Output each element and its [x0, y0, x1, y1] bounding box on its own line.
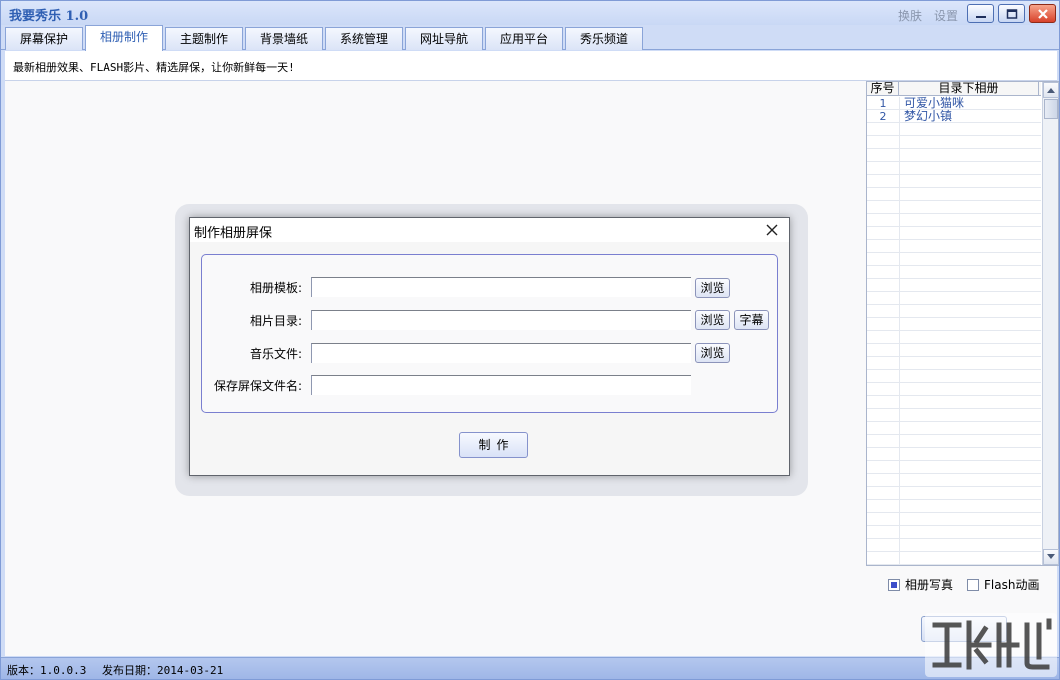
tab-channel[interactable]: 秀乐频道 — [565, 27, 643, 50]
tab-web-nav[interactable]: 网址导航 — [405, 27, 483, 50]
dialog-form-group: 相册模板: 浏览 相片目录: 浏览 字幕 音乐文件: 浏览 保存屏保文件名: — [201, 254, 778, 413]
scroll-up-button[interactable] — [1043, 82, 1059, 98]
dialog-title-bar: 制作相册屏保 — [190, 218, 789, 242]
scroll-thumb[interactable] — [1044, 99, 1058, 119]
tab-app-platform[interactable]: 应用平台 — [485, 27, 563, 50]
status-bar: 版本：1.0.0.3 发布日期：2014-03-21 — [1, 657, 1059, 679]
close-button[interactable] — [1029, 4, 1056, 23]
subtitle-button[interactable]: 字幕 — [734, 310, 769, 330]
photo-album-option[interactable]: 相册写真 — [888, 576, 953, 593]
save-name-label: 保存屏保文件名: — [213, 379, 302, 393]
tab-theme-maker[interactable]: 主题制作 — [165, 27, 243, 50]
photo-album-label: 相册写真 — [905, 578, 954, 592]
list-item[interactable]: 2 梦幻小镇 — [867, 109, 1041, 124]
make-button[interactable]: 制作 — [459, 432, 528, 458]
main-window: 我要秀乐 1.0 换肤 设置 屏幕保护 相册制作 主题制作 背景墙纸 系统管理 … — [0, 0, 1060, 680]
photo-dir-browse-button[interactable]: 浏览 — [695, 310, 730, 330]
tab-album-maker[interactable]: 相册制作 — [85, 25, 163, 51]
maximize-button[interactable] — [998, 4, 1025, 23]
flash-animation-option[interactable]: Flash动画 — [967, 576, 1039, 593]
tab-system[interactable]: 系统管理 — [325, 27, 403, 50]
title-bar: 我要秀乐 1.0 换肤 设置 — [1, 1, 1059, 25]
album-list-scrollbar[interactable] — [1042, 82, 1059, 565]
list-item-no: 2 — [879, 110, 887, 123]
slogan-text: 最新相册效果、FLASH影片、精选屏保，让你新鲜每一天! — [13, 61, 295, 74]
template-input[interactable] — [311, 277, 691, 297]
tab-wallpaper[interactable]: 背景墙纸 — [245, 27, 323, 50]
album-list[interactable]: 序号 目录下相册 1 可爱小猫咪 2 梦幻小镇 — [866, 81, 1059, 566]
column-divider — [899, 97, 900, 565]
minimize-button[interactable] — [967, 4, 994, 23]
skin-link[interactable]: 换肤 — [898, 7, 922, 24]
make-album-dialog: 制作相册屏保 相册模板: 浏览 相片目录: 浏览 字幕 音乐文件: 浏览 保存屏… — [189, 217, 790, 476]
save-name-input[interactable] — [311, 375, 691, 395]
album-list-header: 序号 目录下相册 — [867, 82, 1041, 96]
music-input[interactable] — [311, 343, 691, 363]
photo-album-checkbox[interactable] — [888, 578, 900, 591]
column-header-no[interactable]: 序号 — [867, 82, 899, 95]
slogan-bar: 最新相册效果、FLASH影片、精选屏保，让你新鲜每一天! — [5, 51, 1057, 81]
flash-animation-checkbox[interactable] — [967, 578, 979, 591]
music-browse-button[interactable]: 浏览 — [695, 343, 730, 363]
list-item-name: 梦幻小镇 — [904, 109, 953, 123]
content-area: 序号 目录下相册 1 可爱小猫咪 2 梦幻小镇 相册写真 Flash动画 制作相… — [5, 81, 1059, 656]
column-header-name[interactable]: 目录下相册 — [899, 82, 1039, 95]
settings-link[interactable]: 设置 — [934, 7, 958, 24]
arrow-up-icon — [1047, 88, 1055, 93]
arrow-down-icon — [1047, 554, 1055, 559]
list-item-no: 1 — [879, 97, 887, 110]
watermark-logo-icon — [932, 618, 1052, 670]
flash-animation-label: Flash动画 — [984, 578, 1040, 592]
minimize-icon — [975, 15, 986, 18]
dialog-title: 制作相册屏保 — [194, 226, 273, 241]
close-icon — [1037, 8, 1048, 19]
version-text: 版本：1.0.0.3 — [7, 664, 87, 677]
list-item[interactable]: 1 可爱小猫咪 — [867, 97, 1041, 111]
template-label: 相册模板: — [249, 281, 302, 295]
maximize-icon — [1006, 8, 1017, 19]
tab-screensaver[interactable]: 屏幕保护 — [5, 27, 83, 50]
tab-bar: 屏幕保护 相册制作 主题制作 背景墙纸 系统管理 网址导航 应用平台 秀乐频道 — [1, 25, 1059, 51]
dialog-close-icon[interactable] — [764, 222, 780, 238]
dialog-body: 相册模板: 浏览 相片目录: 浏览 字幕 音乐文件: 浏览 保存屏保文件名: 制… — [190, 242, 789, 475]
music-label: 音乐文件: — [249, 347, 302, 361]
watermark-logo — [925, 613, 1057, 677]
template-browse-button[interactable]: 浏览 — [695, 278, 730, 298]
release-date-text: 发布日期：2014-03-21 — [102, 664, 224, 677]
scroll-down-button[interactable] — [1043, 549, 1059, 565]
photo-dir-label: 相片目录: — [249, 314, 302, 328]
photo-dir-input[interactable] — [311, 310, 691, 330]
app-title: 我要秀乐 1.0 — [9, 9, 89, 24]
album-list-body: 1 可爱小猫咪 2 梦幻小镇 — [867, 97, 1041, 565]
